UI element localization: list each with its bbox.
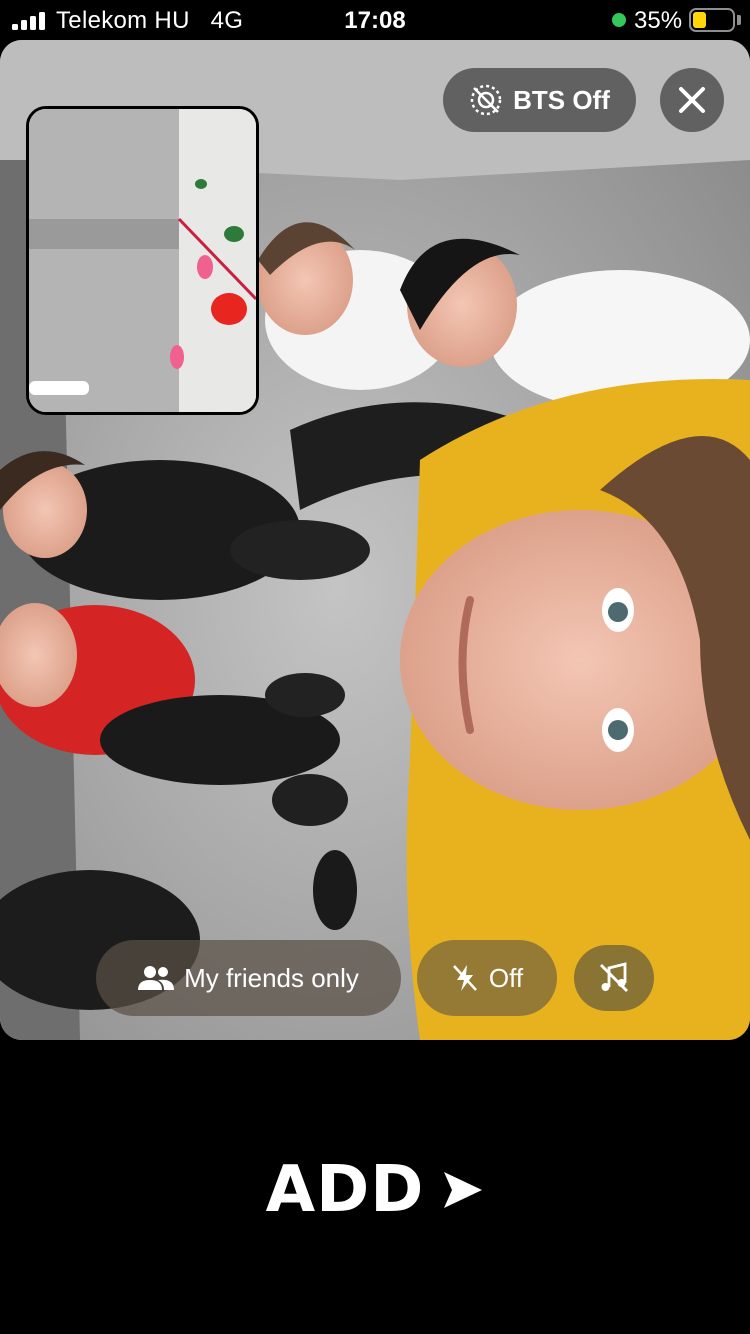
battery-level-fill <box>693 12 706 28</box>
add-post-button[interactable]: ADD <box>0 1150 750 1230</box>
battery-icon <box>689 8 735 32</box>
battery-tip <box>737 15 741 25</box>
flash-toggle-button[interactable]: Off <box>417 940 557 1016</box>
audience-label: My friends only <box>184 962 359 993</box>
location-indicator-icon <box>612 13 626 27</box>
flash-label: Off <box>488 962 524 993</box>
climbing-wall-image <box>29 109 256 412</box>
people-icon <box>138 966 175 990</box>
add-label: ADD <box>265 1153 425 1227</box>
status-bar: Telekom HU 4G 17:08 35% <box>0 0 750 40</box>
bts-label: BTS Off <box>513 84 610 115</box>
flash-off-icon <box>452 965 477 991</box>
music-toggle-button[interactable] <box>574 945 654 1011</box>
close-button[interactable] <box>660 68 724 132</box>
main-photo: BTS Off My friends only Off <box>0 40 750 1040</box>
battery-percent: 35% <box>634 7 683 34</box>
music-off-icon <box>600 962 628 992</box>
audience-selector-button[interactable]: My friends only <box>96 940 401 1016</box>
close-icon <box>679 87 705 113</box>
camera-off-icon <box>470 84 502 116</box>
send-arrow-icon <box>444 1172 483 1208</box>
inset-photo[interactable] <box>26 106 259 415</box>
bts-toggle-button[interactable]: BTS Off <box>443 68 636 132</box>
